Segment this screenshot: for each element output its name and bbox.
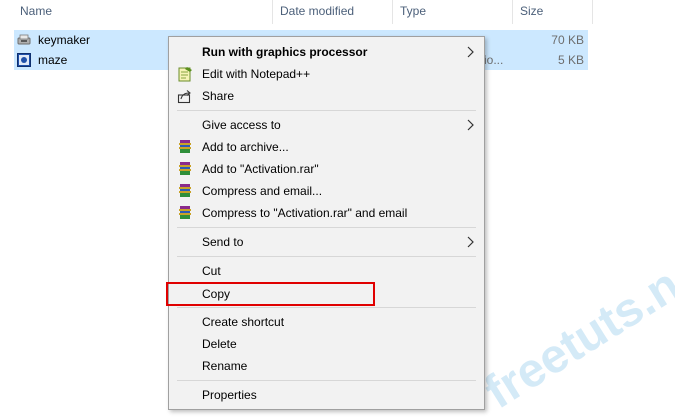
file-name: maze bbox=[38, 53, 68, 67]
app-icon bbox=[17, 34, 31, 45]
menu-item-label: Edit with Notepad++ bbox=[202, 67, 311, 81]
menu-item-label: Give access to bbox=[202, 118, 281, 132]
menu-item-label: Create shortcut bbox=[202, 315, 285, 329]
menu-item-give-access[interactable]: Give access to bbox=[169, 114, 484, 136]
menu-separator bbox=[177, 307, 476, 308]
menu-item-label: Add to archive... bbox=[202, 140, 289, 154]
menu-item-add-archive[interactable]: Add to archive... bbox=[169, 136, 484, 158]
chevron-right-icon bbox=[467, 236, 474, 248]
column-date-modified[interactable]: Date modified bbox=[274, 0, 354, 24]
winrar-icon bbox=[179, 184, 191, 197]
menu-item-compress-activation-email[interactable]: Compress to "Activation.rar" and email bbox=[169, 202, 484, 224]
chevron-right-icon bbox=[467, 119, 474, 131]
menu-item-edit-notepad[interactable]: Edit with Notepad++ bbox=[169, 63, 484, 85]
file-type: io... bbox=[484, 53, 504, 67]
menu-item-label: Delete bbox=[202, 337, 237, 351]
column-name[interactable]: Name bbox=[14, 0, 52, 24]
menu-separator bbox=[177, 256, 476, 257]
winrar-icon bbox=[179, 140, 191, 153]
share-icon bbox=[177, 90, 191, 104]
watermark: freetuts.net bbox=[475, 235, 675, 420]
menu-separator bbox=[177, 110, 476, 111]
menu-item-run-graphics-processor[interactable]: Run with graphics processor bbox=[169, 41, 484, 63]
menu-item-create-shortcut[interactable]: Create shortcut bbox=[169, 311, 484, 333]
menu-item-label: Send to bbox=[202, 235, 244, 249]
menu-item-cut[interactable]: Cut bbox=[169, 260, 484, 282]
file-size: 70 KB bbox=[551, 33, 584, 47]
notepad-plus-plus-icon bbox=[178, 67, 192, 82]
menu-item-properties[interactable]: Properties bbox=[169, 384, 484, 406]
menu-item-label: Share bbox=[202, 89, 235, 103]
column-type[interactable]: Type bbox=[394, 0, 426, 24]
column-divider[interactable] bbox=[512, 0, 513, 24]
column-header: Name ^ Date modified Type Size bbox=[0, 0, 675, 24]
menu-item-label: Cut bbox=[202, 264, 221, 278]
menu-item-send-to[interactable]: Send to bbox=[169, 231, 484, 253]
menu-item-label: Compress and email... bbox=[202, 184, 323, 198]
menu-item-share[interactable]: Share bbox=[169, 85, 484, 107]
menu-item-label: Compress to "Activation.rar" and email bbox=[202, 206, 408, 220]
copy-highlight-box bbox=[166, 282, 375, 306]
column-divider[interactable] bbox=[592, 0, 593, 24]
media-icon bbox=[17, 53, 31, 67]
menu-separator bbox=[177, 227, 476, 228]
context-menu: Run with graphics processor Edit with No… bbox=[168, 36, 485, 410]
menu-item-label: Rename bbox=[202, 359, 248, 373]
menu-item-compress-email[interactable]: Compress and email... bbox=[169, 180, 484, 202]
menu-item-label: Properties bbox=[202, 388, 257, 402]
winrar-icon bbox=[179, 162, 191, 175]
sort-caret-icon: ^ bbox=[138, 0, 143, 5]
menu-item-delete[interactable]: Delete bbox=[169, 333, 484, 355]
file-name: keymaker bbox=[38, 33, 91, 47]
column-divider[interactable] bbox=[272, 0, 273, 24]
column-divider[interactable] bbox=[392, 0, 393, 24]
winrar-icon bbox=[179, 206, 191, 219]
menu-item-label: Add to "Activation.rar" bbox=[202, 162, 319, 176]
chevron-right-icon bbox=[467, 46, 474, 58]
file-size: 5 KB bbox=[557, 53, 584, 67]
menu-separator bbox=[177, 380, 476, 381]
menu-item-rename[interactable]: Rename bbox=[169, 355, 484, 377]
menu-item-add-activation-rar[interactable]: Add to "Activation.rar" bbox=[169, 158, 484, 180]
menu-item-label: Run with graphics processor bbox=[202, 45, 368, 59]
column-size[interactable]: Size bbox=[514, 0, 543, 24]
